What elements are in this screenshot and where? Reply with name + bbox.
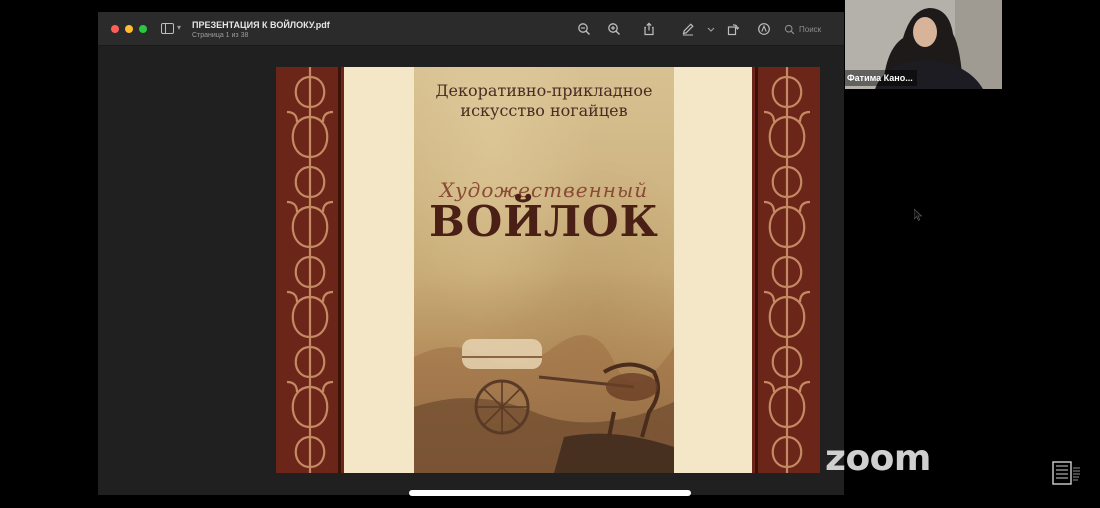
sidebar-toggle-icon[interactable] (161, 23, 174, 34)
title-bar: ▾ ПРЕЗЕНТАЦИЯ К ВОЙЛОКУ.pdf Страница 1 и… (98, 12, 844, 46)
rotate-icon[interactable] (726, 22, 740, 36)
ornament-border-right (752, 67, 820, 473)
ornament-pattern-right (763, 67, 811, 473)
cover-subtitle: Декоративно-прикладное искусство ногайце… (435, 81, 653, 120)
markup-pen-icon[interactable] (681, 22, 695, 36)
ornament-border-left (276, 67, 344, 473)
border-line (338, 67, 341, 473)
zoom-in-icon[interactable] (607, 22, 621, 36)
search-icon (784, 24, 795, 34)
zoom-watermark-logo: zoom (825, 438, 931, 479)
home-indicator-bar[interactable] (409, 490, 691, 496)
markup-menu-chevron-icon[interactable] (704, 22, 718, 36)
pdf-viewer-window: ▾ ПРЕЗЕНТАЦИЯ К ВОЙЛОКУ.pdf Страница 1 и… (98, 12, 844, 495)
share-icon[interactable] (642, 22, 656, 36)
ornament-pattern-left (286, 67, 334, 473)
minimize-window-button[interactable] (125, 25, 133, 33)
fullscreen-window-button[interactable] (139, 25, 147, 33)
participant-video-tile[interactable]: Фатима Кано... (845, 0, 1002, 89)
cart-painting-illustration (414, 335, 674, 473)
participant-name: Фатима Кано... (845, 70, 917, 86)
search-input[interactable] (799, 22, 835, 36)
mouse-cursor-icon (914, 209, 922, 221)
chevron-down-icon[interactable]: ▾ (177, 23, 181, 32)
zoom-out-icon[interactable] (577, 22, 591, 36)
cover-title: ВОЙЛОК (429, 197, 659, 246)
pdf-page: Декоративно-прикладное искусство ногайце… (276, 67, 820, 473)
close-window-button[interactable] (111, 25, 119, 33)
page-indicator: Страница 1 из 38 (192, 32, 249, 39)
document-title: ПРЕЗЕНТАЦИЯ К ВОЙЛОКУ.pdf (192, 20, 330, 30)
annotate-icon[interactable] (757, 22, 771, 36)
university-logo-icon (1052, 461, 1080, 485)
search-field[interactable] (784, 21, 840, 37)
